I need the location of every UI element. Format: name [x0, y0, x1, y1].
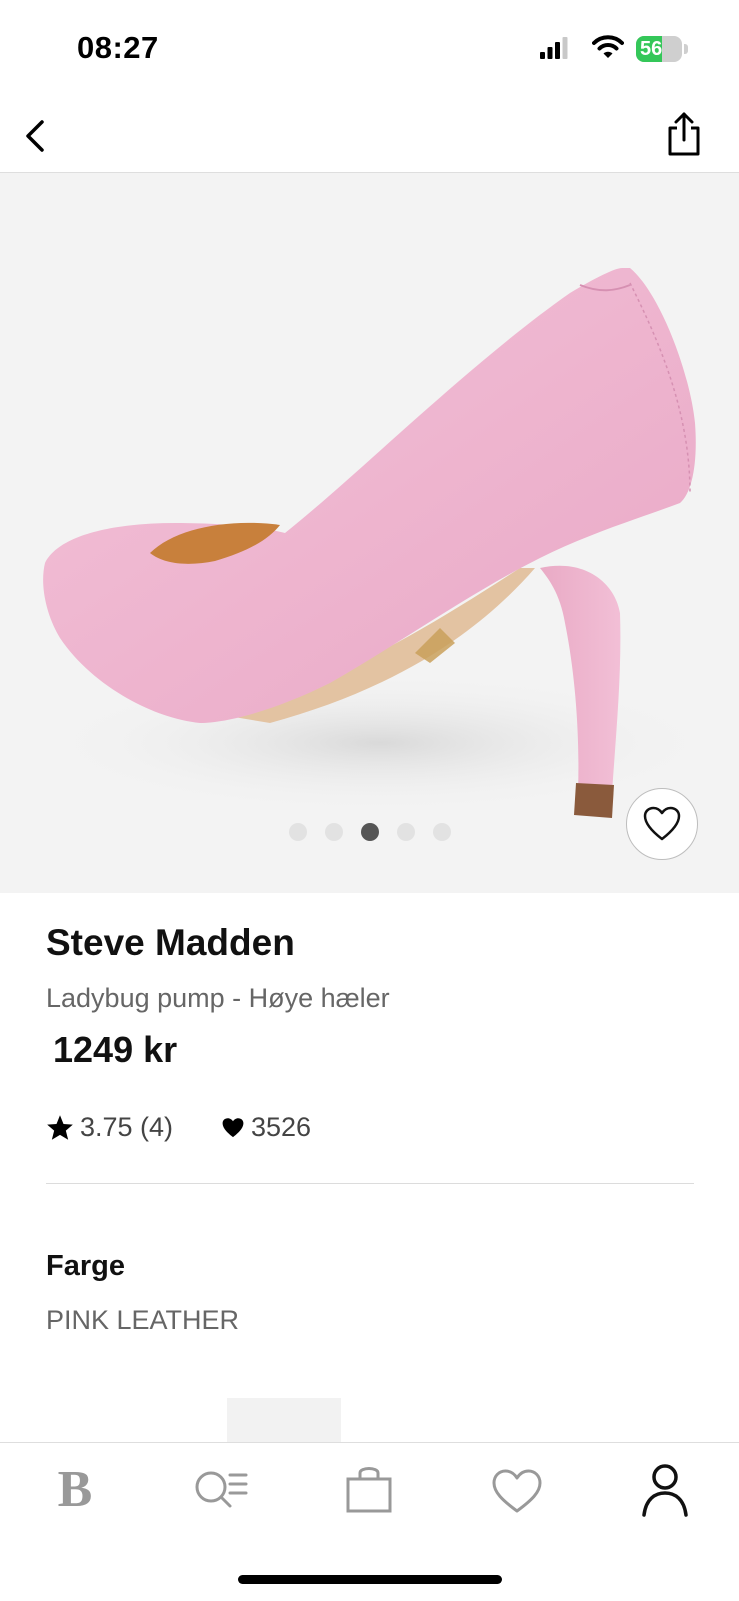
rating-value: 3.75 (4) [80, 1112, 174, 1142]
wifi-icon [592, 35, 624, 58]
battery-indicator: 56 [636, 36, 688, 62]
product-photo [40, 268, 720, 818]
pagination-dot-active[interactable] [360, 823, 379, 841]
profile-icon [642, 1464, 688, 1517]
tab-profile[interactable] [630, 1455, 700, 1525]
bottom-tab-bar: B [0, 1442, 739, 1601]
shopping-bag-icon [346, 1467, 392, 1513]
pagination-dot[interactable] [432, 823, 451, 841]
heart-icon [492, 1469, 542, 1513]
status-time: 08:27 [77, 30, 159, 65]
product-image-gallery[interactable] [0, 173, 739, 893]
b-logo-icon: B [57, 1461, 93, 1518]
chevron-left-icon [26, 120, 44, 152]
home-indicator [238, 1575, 502, 1584]
product-likes: 3526 [221, 1112, 311, 1143]
color-label: Farge [46, 1250, 125, 1282]
share-button[interactable] [664, 110, 704, 160]
product-rating[interactable]: 3.75 (4) [46, 1112, 173, 1143]
likes-count: 3526 [251, 1112, 312, 1142]
tab-search[interactable] [186, 1455, 256, 1525]
back-button[interactable] [18, 116, 58, 156]
star-icon [47, 1115, 73, 1140]
cellular-signal-icon [540, 37, 568, 59]
share-icon [668, 112, 700, 156]
product-price: 1249 kr [53, 1029, 178, 1070]
product-name: Ladybug pump - Høye hæler [46, 983, 390, 1013]
color-value: PINK LEATHER [46, 1305, 240, 1335]
add-to-wishlist-button[interactable] [626, 788, 698, 860]
product-brand[interactable]: Steve Madden [46, 922, 295, 964]
tab-wishlist[interactable] [482, 1455, 552, 1525]
tab-home[interactable]: B [40, 1455, 110, 1525]
pagination-dot[interactable] [288, 823, 307, 841]
heart-outline-icon [643, 806, 681, 841]
divider [46, 1183, 694, 1184]
color-swatch[interactable] [227, 1398, 341, 1442]
pagination-dot[interactable] [324, 823, 343, 841]
top-navigation [0, 100, 739, 173]
battery-percent: 56 [640, 38, 663, 60]
heart-filled-icon [222, 1117, 244, 1137]
tab-bag[interactable] [334, 1455, 404, 1525]
pagination-dot[interactable] [396, 823, 415, 841]
search-list-icon [195, 1471, 248, 1508]
status-bar: 08:27 56 [0, 0, 739, 100]
